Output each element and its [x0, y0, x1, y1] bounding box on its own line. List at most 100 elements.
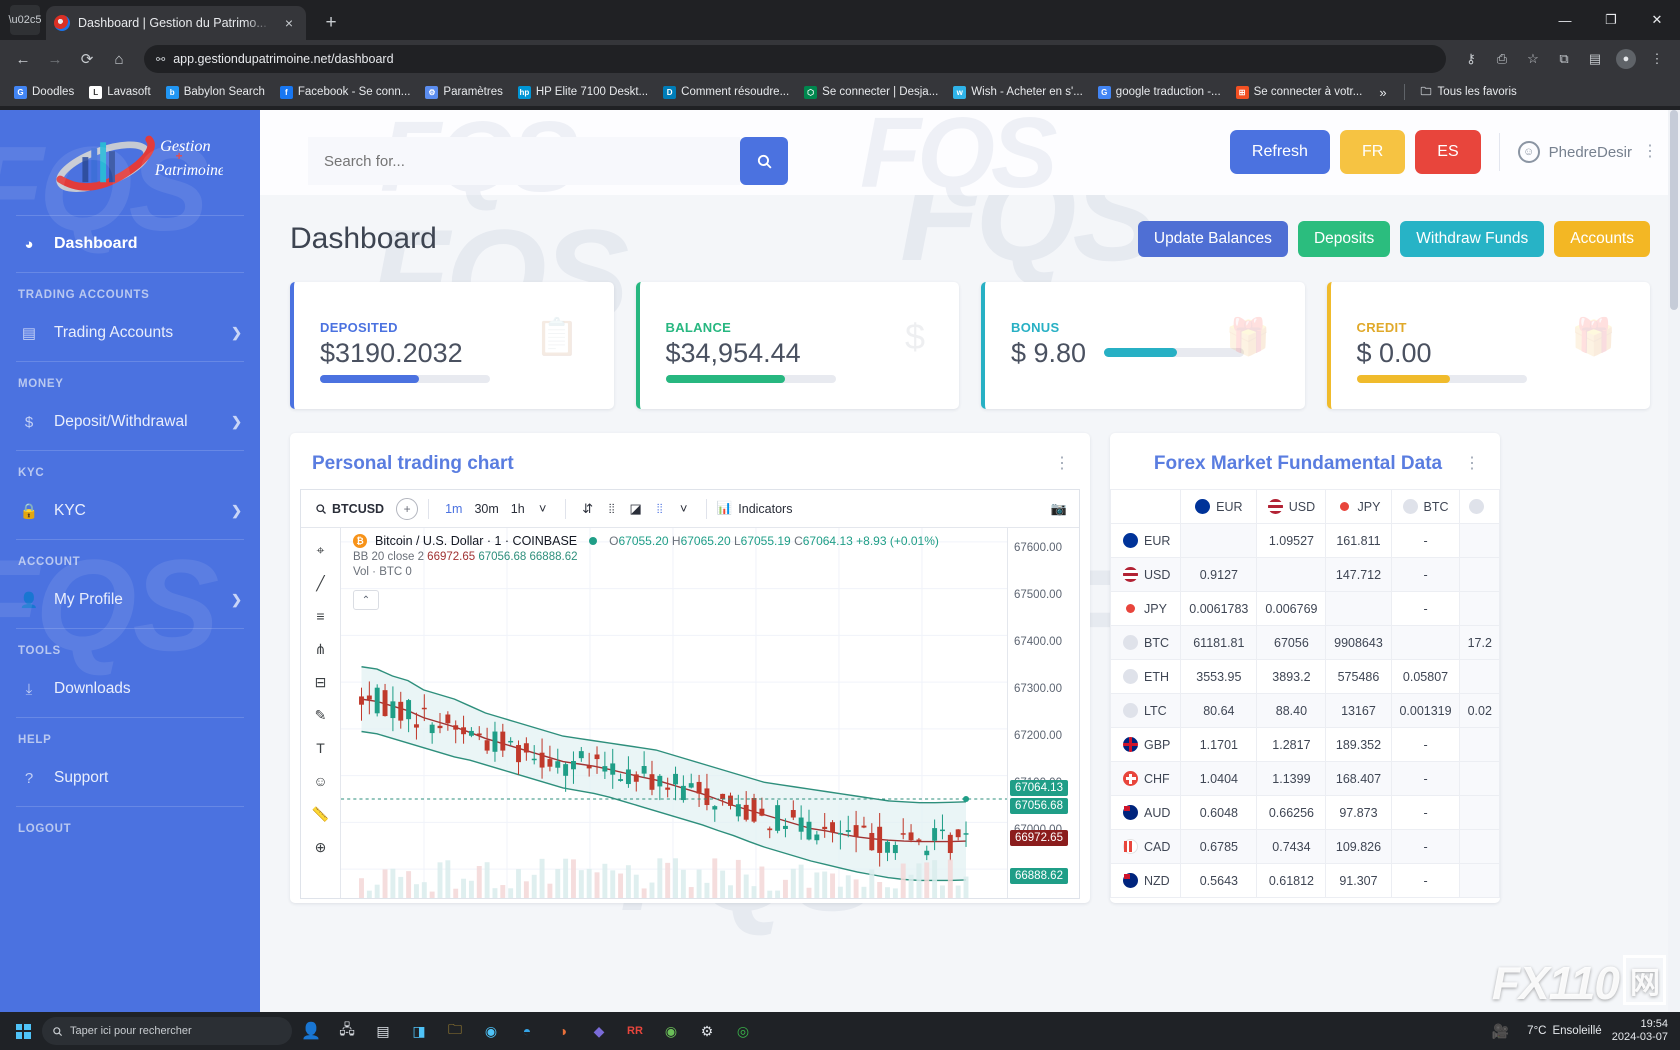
tv-price-axis[interactable]: 67600.00 67500.00 67400.00 67300.00 67200.00… — [1007, 528, 1079, 898]
edge-icon[interactable]: ◓ — [510, 1016, 544, 1046]
page-scrollbar[interactable] — [1668, 110, 1680, 1022]
windows-logo-icon — [15, 1023, 31, 1039]
plus-icon[interactable]: + — [396, 497, 419, 520]
chart-type-chevron-down-icon[interactable]: ˅ — [672, 501, 696, 516]
meet-now-icon[interactable]: 🎥 — [1483, 1016, 1517, 1046]
bookmark-item[interactable]: w Wish - Acheter en s'... — [947, 83, 1089, 102]
chevron-up-icon[interactable]: ⌃ — [353, 590, 379, 610]
address-bar[interactable]: ⚯ app.gestiondupatrimoine.net/dashboard — [144, 45, 1446, 73]
sidebar-item-my-profile[interactable]: 👤 My Profile ❯ — [0, 572, 260, 628]
fork-icon[interactable]: ⋔ — [305, 633, 337, 665]
site-settings-icon[interactable]: ⚯ — [156, 53, 165, 66]
sidebar-item-dashboard[interactable]: ◕ Dashboard — [0, 216, 260, 272]
bookmarks-overflow-icon[interactable]: » — [1371, 85, 1394, 100]
close-tab-icon[interactable]: × — [280, 15, 298, 31]
forward-icon[interactable]: → — [40, 44, 70, 74]
search-input[interactable] — [308, 137, 740, 185]
interval-1m[interactable]: 1m — [439, 502, 468, 516]
chart-panel-kebab-icon[interactable]: ⋮ — [1054, 456, 1070, 472]
minimize-button[interactable]: — — [1542, 0, 1588, 40]
user-menu[interactable]: ☺ PhedreDesir — [1517, 141, 1632, 163]
selected-chart-type-icon[interactable]: ⦙⦙ — [648, 501, 672, 517]
accounts-button[interactable]: Accounts — [1554, 221, 1650, 257]
firefox-icon[interactable]: ◑ — [546, 1016, 580, 1046]
browser-tab[interactable]: Dashboard | Gestion du Patrimo... × — [46, 6, 306, 40]
bookmark-item[interactable]: hp HP Elite 7100 Deskt... — [512, 83, 654, 102]
sidebar-item-trading-accounts[interactable]: ▤ Trading Accounts ❯ — [0, 305, 260, 361]
sidebar-item-deposit-withdrawal[interactable]: $ Deposit/Withdrawal ❯ — [0, 394, 260, 450]
measure-icon[interactable]: 📏 — [305, 798, 337, 830]
all-bookmarks-button[interactable]: 🗀 Tous les favoris — [1414, 83, 1523, 102]
update-balances-button[interactable]: Update Balances — [1137, 221, 1288, 257]
bookmark-item[interactable]: ⊞ Se connecter à votr... — [1230, 83, 1369, 102]
bookmark-item[interactable]: G Doodles — [8, 83, 80, 102]
interval-1h[interactable]: 1h — [505, 502, 531, 516]
bookmark-item[interactable]: Ggoogle traduction -... — [1092, 83, 1227, 102]
indicators-button[interactable]: 📊 Indicators — [717, 501, 793, 516]
chrome-active-icon[interactable]: ◉ — [654, 1016, 688, 1046]
app-logo[interactable]: Gestion Patrimoine + — [0, 110, 260, 215]
pinned-app-icon[interactable]: 🖧 — [330, 1016, 364, 1046]
candle-chart-type-icon[interactable]: ⦙⦙ — [600, 501, 624, 517]
lang-fr-button[interactable]: FR — [1339, 130, 1406, 174]
zoom-in-icon[interactable]: ⊕ — [305, 831, 337, 863]
interval-30m[interactable]: 30m — [468, 502, 504, 516]
reload-icon[interactable]: ⟳ — [72, 44, 102, 74]
tv-chart-area[interactable]: ₿ Bitcoin / U.S. Dollar · 1 · COINBASE O… — [341, 528, 1007, 898]
bookmark-item[interactable]: ⚙ Paramètres — [419, 83, 508, 102]
translate-icon[interactable]: ⎙ — [1487, 44, 1517, 74]
area-chart-type-icon[interactable]: ◪ — [624, 501, 648, 517]
horizontal-lines-icon[interactable]: ≡ — [305, 600, 337, 632]
bookmark-item[interactable]: ⬡ Se connecter | Desja... — [798, 83, 944, 102]
extensions-puzzle-icon[interactable]: ⧉ — [1549, 44, 1579, 74]
reading-list-icon[interactable]: ▤ — [1580, 44, 1610, 74]
home-icon[interactable]: ⌂ — [104, 44, 134, 74]
text-icon[interactable]: T — [305, 732, 337, 764]
forex-panel-kebab-icon[interactable]: ⋮ — [1464, 456, 1480, 472]
clock[interactable]: 19:54 2024-03-07 — [1612, 1018, 1668, 1044]
profile-avatar-icon[interactable]: ● — [1611, 44, 1641, 74]
deposits-button[interactable]: Deposits — [1297, 221, 1391, 257]
start-button[interactable] — [6, 1016, 40, 1046]
bookmark-item[interactable]: L Lavasoft — [83, 83, 156, 102]
topbar-kebab-icon[interactable]: ⋮ — [1642, 144, 1658, 160]
withdraw-funds-button[interactable]: Withdraw Funds — [1400, 221, 1545, 257]
back-icon[interactable]: ← — [8, 44, 38, 74]
cortana-avatar-icon[interactable]: 👤 — [294, 1016, 328, 1046]
maximize-button[interactable]: ❐ — [1588, 0, 1634, 40]
search-button[interactable] — [740, 137, 788, 185]
bookmark-star-icon[interactable]: ☆ — [1518, 44, 1548, 74]
camera-icon[interactable]: 📷 — [1047, 501, 1071, 517]
settings-icon[interactable]: ⚙ — [690, 1016, 724, 1046]
pattern-icon[interactable]: ⊟ — [305, 666, 337, 698]
password-key-icon[interactable]: ⚷ — [1456, 44, 1486, 74]
sidebar-item-kyc[interactable]: 🔒 KYC ❯ — [0, 483, 260, 539]
chrome-icon[interactable]: ◉ — [474, 1016, 508, 1046]
taskbar-search[interactable]: Taper ici pour rechercher — [42, 1017, 292, 1045]
bookmark-item[interactable]: b Babylon Search — [160, 83, 271, 102]
task-view-icon[interactable]: ▤ — [366, 1016, 400, 1046]
brush-icon[interactable]: ✎ — [305, 699, 337, 731]
tab-search-chevron-icon[interactable]: \u02c5 — [8, 5, 42, 35]
sidebar-item-support[interactable]: ? Support — [0, 750, 260, 806]
chrome-menu-icon[interactable]: ⋮ — [1642, 44, 1672, 74]
bookmark-item[interactable]: D Comment résoudre... — [657, 83, 795, 102]
bar-chart-type-icon[interactable]: ⇵ — [576, 501, 600, 517]
store-icon[interactable]: ◨ — [402, 1016, 436, 1046]
sidebar-item-downloads[interactable]: ⤓ Downloads — [0, 661, 260, 717]
lang-es-button[interactable]: ES — [1415, 130, 1481, 174]
new-tab-button[interactable]: + — [318, 12, 344, 34]
explorer-icon[interactable]: 🗀 — [438, 1016, 472, 1046]
weather-widget[interactable]: 7°C Ensoleillé — [1527, 1025, 1602, 1037]
close-window-button[interactable]: ✕ — [1634, 0, 1680, 40]
interval-chevron-down-icon[interactable]: ˅ — [531, 501, 555, 516]
trendline-icon[interactable]: ╱ — [305, 567, 337, 599]
emoji-icon[interactable]: ☺ — [305, 765, 337, 797]
vlc-icon[interactable]: ◆ — [582, 1016, 616, 1046]
browser-icon[interactable]: ◎ — [726, 1016, 760, 1046]
refresh-button[interactable]: Refresh — [1229, 130, 1330, 174]
tv-symbol-search[interactable]: BTCUSD — [309, 502, 396, 516]
bookmark-item[interactable]: f Facebook - Se conn... — [274, 83, 417, 102]
rr-app-icon[interactable]: RR — [618, 1016, 652, 1046]
crosshair-icon[interactable]: ⌖ — [305, 534, 337, 566]
